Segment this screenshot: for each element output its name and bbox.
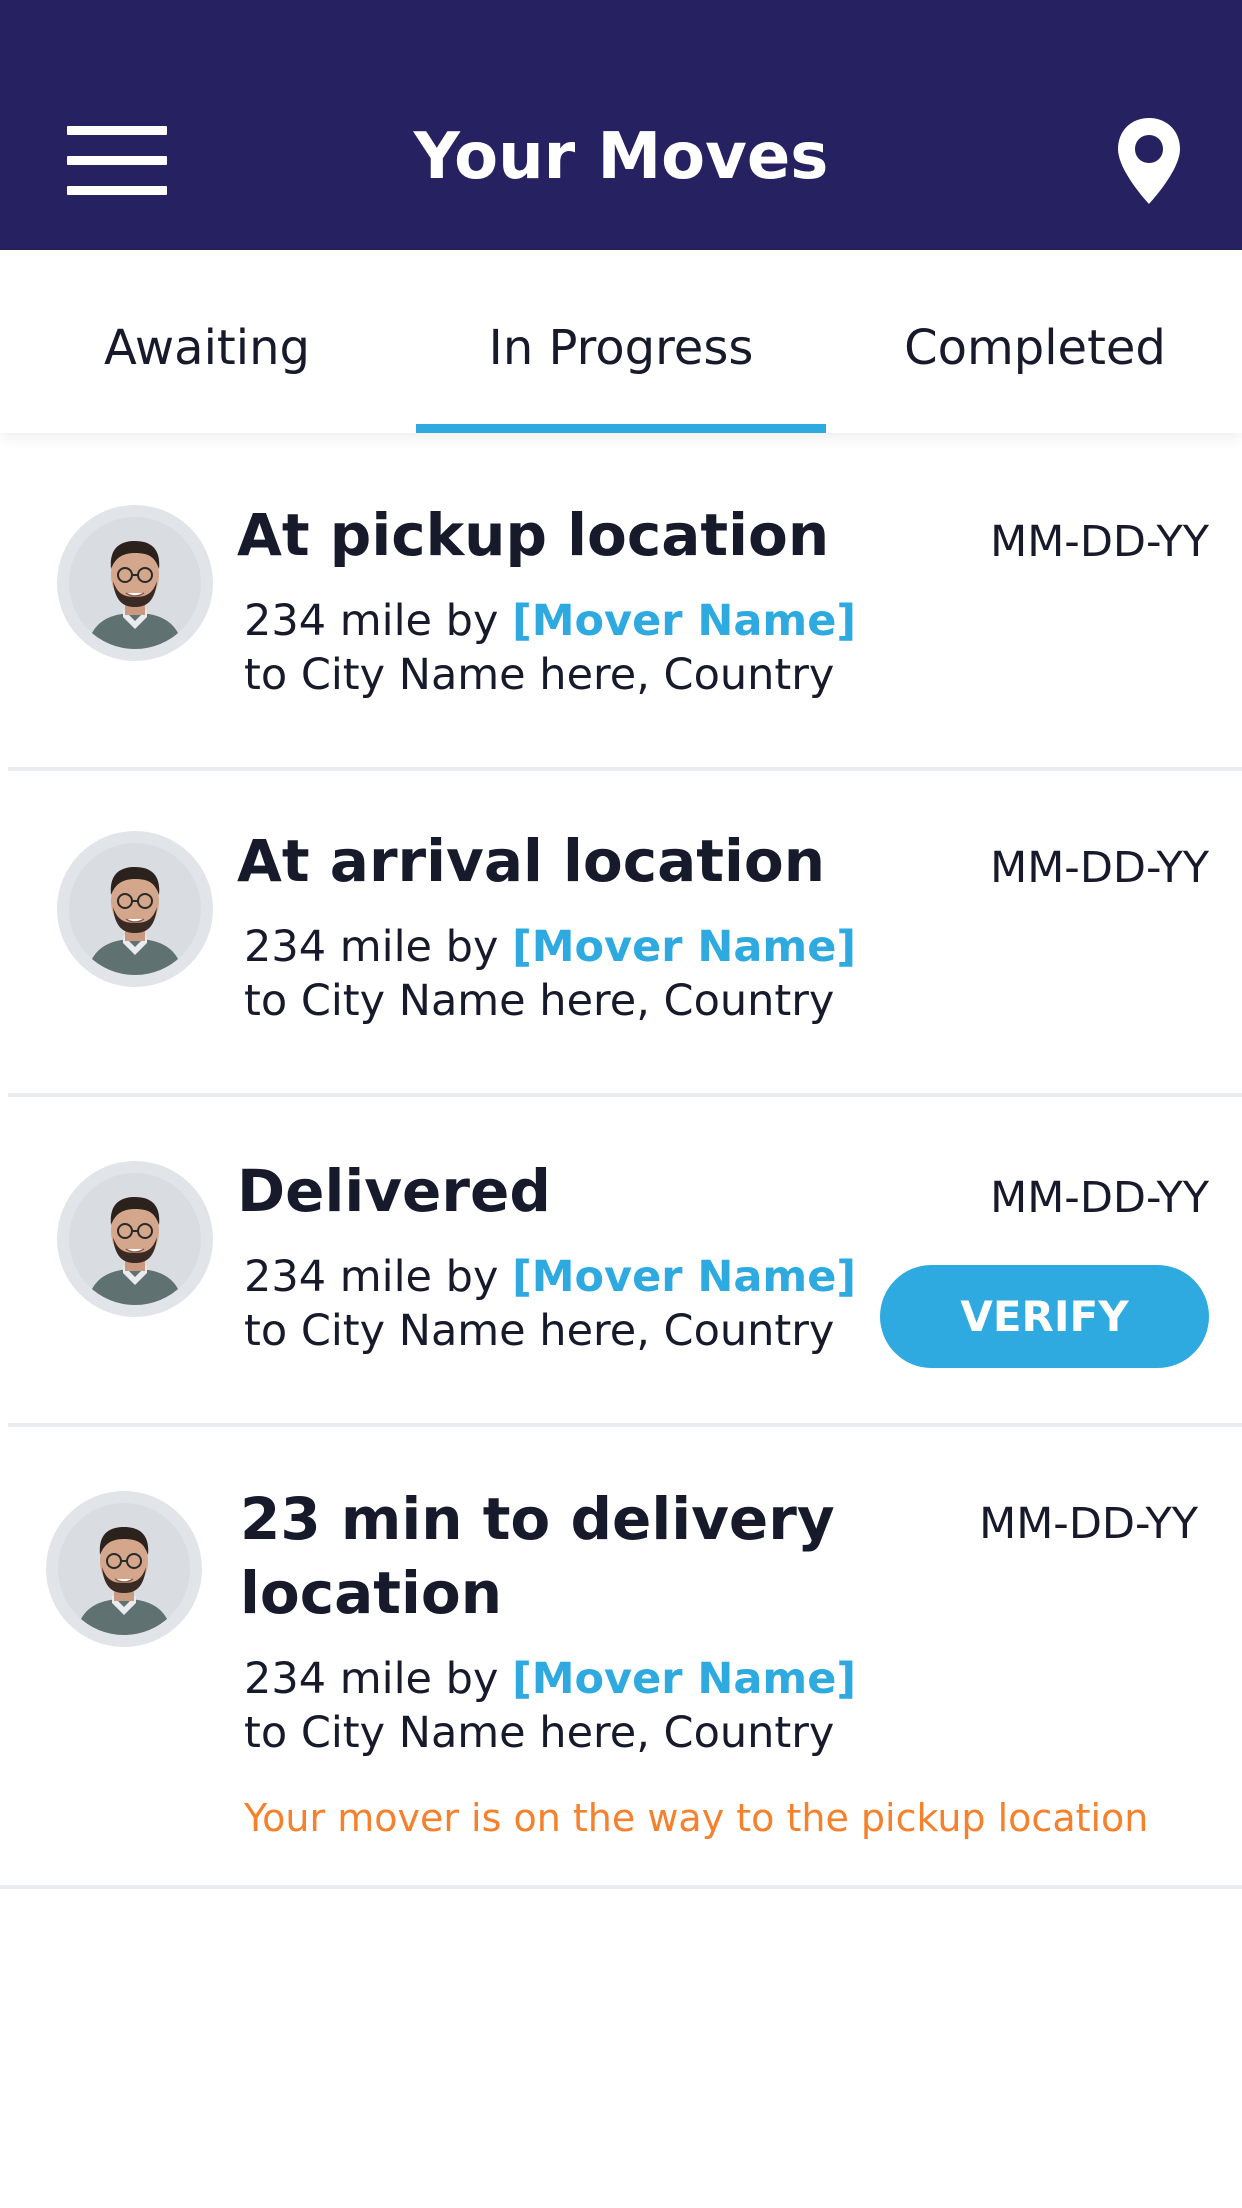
- move-destination: to City Name here, Country: [244, 1708, 835, 1758]
- tab-awaiting[interactable]: Awaiting: [0, 250, 414, 433]
- mover-avatar[interactable]: [46, 1491, 202, 1647]
- mover-avatar[interactable]: [57, 505, 213, 661]
- active-tab-indicator: [416, 424, 826, 433]
- move-status-title-line1: 23 min to delivery: [240, 1485, 835, 1553]
- verify-button[interactable]: VERIFY: [880, 1265, 1209, 1368]
- move-date: MM-DD-YY: [990, 517, 1209, 567]
- move-distance-line: 234 mile by [Mover Name]: [244, 1652, 856, 1706]
- move-distance: 234 mile by: [244, 922, 499, 972]
- move-date: MM-DD-YY: [979, 1499, 1198, 1549]
- tab-completed[interactable]: Completed: [828, 250, 1242, 433]
- move-distance: 234 mile by: [244, 596, 499, 646]
- app-header: Your Moves: [0, 0, 1242, 250]
- tab-in-progress[interactable]: In Progress: [414, 250, 828, 433]
- map-pin-icon[interactable]: [1115, 116, 1183, 206]
- move-status-title: At pickup location: [237, 501, 830, 569]
- move-distance: 234 mile by: [244, 1654, 499, 1704]
- move-status-title: 23 min to delivery location: [240, 1482, 835, 1630]
- mover-name-link[interactable]: [Mover Name]: [512, 1252, 856, 1302]
- move-distance: 234 mile by: [244, 1252, 499, 1302]
- move-date: MM-DD-YY: [990, 843, 1209, 893]
- move-destination: to City Name here, Country: [244, 1306, 835, 1356]
- move-distance-line: 234 mile by [Mover Name]: [244, 594, 856, 648]
- page-title: Your Moves: [413, 120, 829, 194]
- move-status-title: At arrival location: [237, 827, 826, 895]
- status-tabs: Awaiting In Progress Completed: [0, 250, 1242, 433]
- move-distance-line: 234 mile by [Mover Name]: [244, 1250, 856, 1304]
- mover-status-note: Your mover is on the way to the pickup l…: [244, 1796, 1149, 1840]
- move-status-title: Delivered: [237, 1157, 551, 1225]
- mover-name-link[interactable]: [Mover Name]: [512, 596, 856, 646]
- move-distance-line: 234 mile by [Mover Name]: [244, 920, 856, 974]
- move-destination: to City Name here, Country: [244, 976, 835, 1026]
- divider: [0, 1885, 1242, 1889]
- move-date: MM-DD-YY: [990, 1173, 1209, 1223]
- mover-avatar[interactable]: [57, 1161, 213, 1317]
- move-destination: to City Name here, Country: [244, 650, 835, 700]
- mover-name-link[interactable]: [Mover Name]: [512, 922, 856, 972]
- mover-avatar[interactable]: [57, 831, 213, 987]
- mover-name-link[interactable]: [Mover Name]: [512, 1654, 856, 1704]
- move-status-title-line2: location: [240, 1559, 502, 1627]
